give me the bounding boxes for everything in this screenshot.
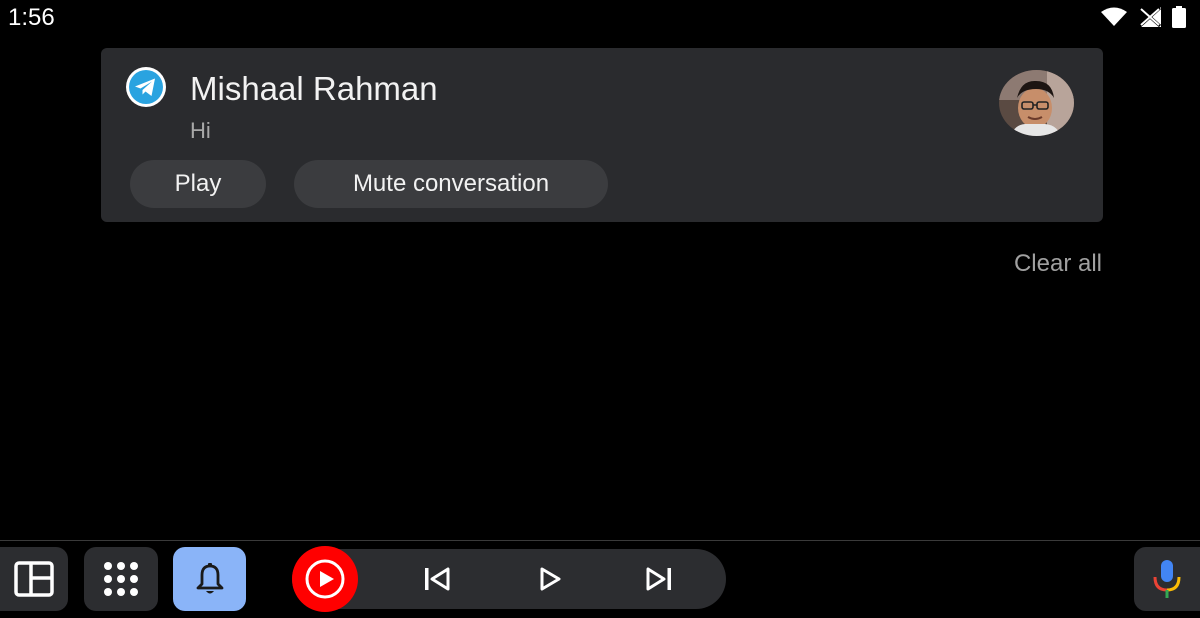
play-button[interactable]: Play <box>130 160 266 208</box>
play-button-media[interactable] <box>533 563 567 595</box>
telegram-icon <box>126 67 166 107</box>
skip-previous-icon <box>425 567 450 591</box>
split-view-button[interactable] <box>0 547 68 611</box>
bell-icon <box>196 563 223 594</box>
media-controls <box>292 546 726 612</box>
status-icons <box>1100 6 1186 28</box>
bottom-bar-divider <box>0 540 1200 541</box>
notifications-button[interactable] <box>173 547 246 611</box>
android-auto-screen: 1:56 Mishaal Rahman Hi Play Mute convers… <box>0 0 1200 618</box>
battery-icon <box>1172 6 1186 28</box>
sender-name: Mishaal Rahman <box>190 70 438 107</box>
app-launcher-button[interactable] <box>84 547 158 611</box>
skip-next-button[interactable] <box>642 563 676 595</box>
wifi-icon <box>1101 7 1127 26</box>
youtube-music-icon <box>305 559 345 599</box>
message-text: Hi <box>190 118 211 143</box>
split-view-icon <box>14 561 54 597</box>
youtube-music-button[interactable] <box>292 546 358 612</box>
no-signal-icon <box>1138 6 1162 28</box>
status-clock: 1:56 <box>8 4 55 31</box>
clear-all-button[interactable]: Clear all <box>1014 250 1102 278</box>
skip-previous-button[interactable] <box>420 563 454 595</box>
skip-next-icon <box>646 567 671 591</box>
microphone-icon <box>1153 560 1181 598</box>
assistant-button[interactable] <box>1134 547 1200 611</box>
app-grid-icon <box>104 562 138 596</box>
contact-avatar <box>999 70 1074 136</box>
play-icon <box>540 567 561 591</box>
notification-card[interactable]: Mishaal Rahman Hi Play Mute conversation <box>101 48 1103 222</box>
mute-conversation-button[interactable]: Mute conversation <box>294 160 608 208</box>
